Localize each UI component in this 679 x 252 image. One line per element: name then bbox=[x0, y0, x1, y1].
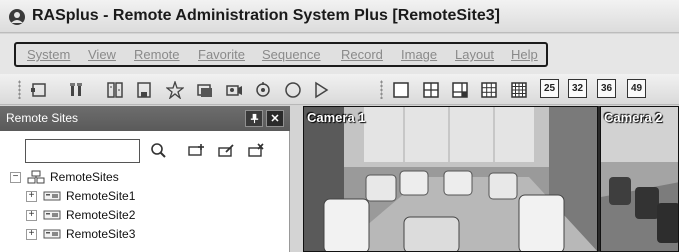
search-icon[interactable] bbox=[148, 141, 168, 161]
pin-button[interactable] bbox=[245, 110, 263, 127]
menu-system[interactable]: System bbox=[27, 47, 70, 62]
window-icon[interactable] bbox=[194, 79, 215, 100]
menu-highlight-frame: System View Remote Favorite Sequence Rec… bbox=[14, 42, 548, 67]
layout-9-icon[interactable] bbox=[478, 79, 499, 100]
layout-25-button[interactable]: 25 bbox=[540, 79, 559, 98]
layout-4-icon[interactable] bbox=[420, 79, 441, 100]
remote-sites-panel: − RemoteSites + RemoteSite1 + RemoteSite… bbox=[0, 131, 290, 252]
tree-root-label: RemoteSites bbox=[50, 170, 119, 184]
layout-16-icon[interactable] bbox=[508, 79, 529, 100]
camera-2-label: Camera 2 bbox=[604, 110, 663, 125]
layout-49-button[interactable]: 49 bbox=[627, 79, 646, 98]
menu-record[interactable]: Record bbox=[341, 47, 383, 62]
toolbar-grip-2[interactable] bbox=[380, 80, 383, 99]
camera-grid: Camera 1 Camera 2 bbox=[303, 106, 679, 252]
panel-title: Remote Sites bbox=[6, 111, 79, 125]
layout-1-icon[interactable] bbox=[390, 79, 411, 100]
pin-icon bbox=[250, 113, 258, 124]
delete-site-icon[interactable] bbox=[246, 141, 266, 161]
tree-node-label: RemoteSite2 bbox=[66, 208, 136, 222]
edit-site-icon[interactable] bbox=[216, 141, 236, 161]
menu-remote[interactable]: Remote bbox=[134, 47, 180, 62]
settings-icon[interactable] bbox=[104, 79, 125, 100]
camera-2-view[interactable]: Camera 2 bbox=[600, 106, 679, 252]
camera-1-view[interactable]: Camera 1 bbox=[303, 106, 598, 252]
tree-node-remotesite3[interactable]: + RemoteSite3 bbox=[26, 225, 135, 243]
tree-node-remotesite1[interactable]: + RemoteSite1 bbox=[26, 187, 135, 205]
title-bar: RASplus - Remote Administration System P… bbox=[0, 0, 679, 33]
window-title: RASplus - Remote Administration System P… bbox=[32, 7, 500, 24]
layout-36-button[interactable]: 36 bbox=[597, 79, 616, 98]
menu-favorite[interactable]: Favorite bbox=[198, 47, 245, 62]
sites-group-icon bbox=[27, 170, 45, 184]
dvr-icon bbox=[43, 189, 61, 203]
camera-2-image bbox=[601, 107, 678, 251]
expand-icon[interactable]: + bbox=[26, 209, 37, 221]
layout-6-icon[interactable] bbox=[449, 79, 470, 100]
camera-1-image bbox=[304, 107, 597, 251]
menu-view[interactable]: View bbox=[88, 47, 116, 62]
tree-node-label: RemoteSite3 bbox=[66, 227, 136, 241]
screen-icon[interactable] bbox=[28, 79, 49, 100]
layout-32-button[interactable]: 32 bbox=[568, 79, 587, 98]
ptz-icon[interactable] bbox=[252, 79, 273, 100]
tree-root-node[interactable]: − RemoteSites bbox=[10, 168, 119, 186]
menu-layout[interactable]: Layout bbox=[455, 47, 494, 62]
expand-icon[interactable]: + bbox=[26, 190, 37, 202]
expand-icon[interactable]: + bbox=[26, 228, 37, 240]
record-circle-icon[interactable] bbox=[282, 79, 303, 100]
tree-node-remotesite2[interactable]: + RemoteSite2 bbox=[26, 206, 135, 224]
toolbar: 25 32 36 49 bbox=[0, 74, 679, 105]
save-icon[interactable] bbox=[133, 79, 154, 100]
menu-bar: System View Remote Favorite Sequence Rec… bbox=[0, 34, 679, 74]
menu-image[interactable]: Image bbox=[401, 47, 437, 62]
tools-icon[interactable] bbox=[66, 79, 87, 100]
dvr-icon bbox=[43, 227, 61, 241]
site-search-input[interactable] bbox=[25, 139, 140, 163]
favorite-star-icon[interactable] bbox=[164, 79, 185, 100]
menu-sequence[interactable]: Sequence bbox=[262, 47, 321, 62]
play-icon[interactable] bbox=[310, 79, 331, 100]
camera-1-label: Camera 1 bbox=[307, 110, 366, 125]
dvr-icon bbox=[43, 208, 61, 222]
collapse-icon[interactable]: − bbox=[10, 171, 21, 183]
camera-icon[interactable] bbox=[223, 79, 244, 100]
panel-close-button[interactable]: ✕ bbox=[266, 110, 284, 127]
tree-node-label: RemoteSite1 bbox=[66, 189, 136, 203]
toolbar-grip[interactable] bbox=[18, 80, 21, 99]
remote-sites-panel-header: Remote Sites ✕ bbox=[0, 106, 290, 131]
rasplus-app-icon bbox=[8, 8, 26, 26]
add-site-icon[interactable] bbox=[186, 141, 206, 161]
menu-help[interactable]: Help bbox=[511, 47, 538, 62]
